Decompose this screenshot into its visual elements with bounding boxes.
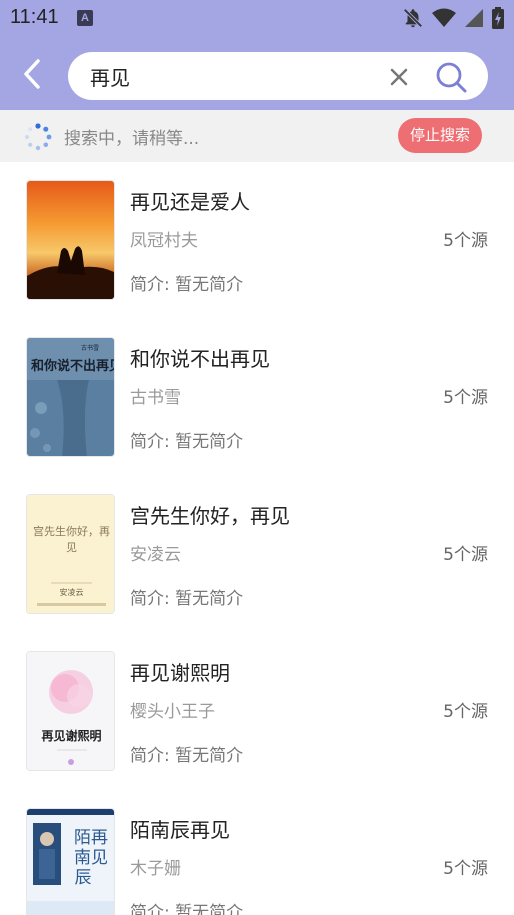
loading-spinner-icon [25, 123, 52, 151]
book-title: 再见谢熙明 [130, 661, 230, 685]
book-author: 安凌云 [130, 545, 181, 565]
book-source-count: 5个源 [443, 545, 488, 565]
status-time: 11:41 [10, 6, 59, 28]
book-source-count: 5个源 [443, 388, 488, 408]
wifi-icon [432, 8, 456, 27]
back-button[interactable] [16, 56, 50, 92]
book-intro: 简介: 暂无简介 [130, 589, 244, 609]
book-source-count: 5个源 [443, 702, 488, 722]
cover-image: 再见谢熙明 [27, 652, 114, 770]
book-title: 再见还是爱人 [130, 190, 250, 214]
cover-author: 安凌云 [60, 587, 84, 597]
status-bar: 11:41 A [0, 0, 514, 36]
book-cover: 宫先生你好，再 见 安凌云 [26, 494, 115, 614]
book-title: 陌南辰再见 [130, 818, 230, 842]
notification-app-icon: A [77, 10, 93, 26]
cover-author: 古书雪 [81, 344, 99, 352]
book-item[interactable]: 再见谢熙明 再见谢熙明 樱头小王子 5个源 简介: 暂无简介 [0, 633, 514, 790]
book-author: 樱头小王子 [130, 702, 215, 722]
book-cover [26, 180, 115, 300]
search-progress-bar: 搜索中，请稍等... 停止搜索 [0, 110, 514, 162]
book-item[interactable]: 再见还是爱人 凤冠村夫 5个源 简介: 暂无简介 [0, 162, 514, 319]
cover-title: 陌再 [74, 828, 108, 848]
search-toolbar [0, 36, 514, 110]
search-box [68, 52, 488, 100]
search-icon [436, 62, 467, 93]
book-cover: 再见谢熙明 [26, 651, 115, 771]
cover-image: 陌再 南见 辰 [27, 809, 114, 915]
book-source-count: 5个源 [443, 231, 488, 251]
book-source-count: 5个源 [443, 859, 488, 879]
cover-title: 辰 [75, 868, 92, 888]
search-button[interactable] [434, 60, 468, 94]
signal-icon [465, 9, 483, 27]
cover-title: 见 [66, 541, 77, 554]
cover-title: 和你说不出再见 [31, 358, 115, 374]
cover-image: 和你说不出再见 古书雪 [27, 338, 115, 456]
book-author: 古书雪 [130, 388, 181, 408]
cover-image [27, 181, 114, 299]
stop-search-button[interactable]: 停止搜索 [398, 118, 482, 153]
book-item[interactable]: 陌再 南见 辰 陌南辰再见 木子姗 5个源 简介: 暂无简介 [0, 790, 514, 915]
search-status-text: 搜索中，请稍等... [64, 129, 200, 149]
search-input[interactable] [90, 52, 380, 100]
cover-image: 宫先生你好，再 见 安凌云 [27, 495, 114, 613]
cover-title: 宫先生你好，再 [33, 524, 110, 538]
notifications-off-icon [403, 8, 423, 28]
book-intro: 简介: 暂无简介 [130, 275, 244, 295]
book-cover: 和你说不出再见 古书雪 [26, 337, 115, 457]
book-item[interactable]: 和你说不出再见 古书雪 和你说不出再见 古书雪 5个源 简介: 暂无简介 [0, 319, 514, 476]
book-author: 凤冠村夫 [130, 231, 198, 251]
cover-title: 南见 [74, 848, 108, 868]
back-arrow-icon [24, 59, 40, 89]
clear-button[interactable] [386, 64, 412, 90]
book-cover: 陌再 南见 辰 [26, 808, 115, 915]
book-intro: 简介: 暂无简介 [130, 903, 244, 915]
cover-title: 再见谢熙明 [41, 728, 101, 743]
book-intro: 简介: 暂无简介 [130, 432, 244, 452]
search-results-list: 再见还是爱人 凤冠村夫 5个源 简介: 暂无简介 和你说不出再见 古书雪 和你说… [0, 162, 514, 915]
status-icons [402, 7, 504, 29]
book-item[interactable]: 宫先生你好，再 见 安凌云 宫先生你好，再见 安凌云 5个源 简介: 暂无简介 [0, 476, 514, 633]
book-intro: 简介: 暂无简介 [130, 746, 244, 766]
book-title: 宫先生你好，再见 [130, 504, 290, 528]
book-author: 木子姗 [130, 859, 181, 879]
book-title: 和你说不出再见 [130, 347, 270, 371]
battery-charging-icon [492, 7, 504, 29]
close-icon [390, 68, 408, 86]
